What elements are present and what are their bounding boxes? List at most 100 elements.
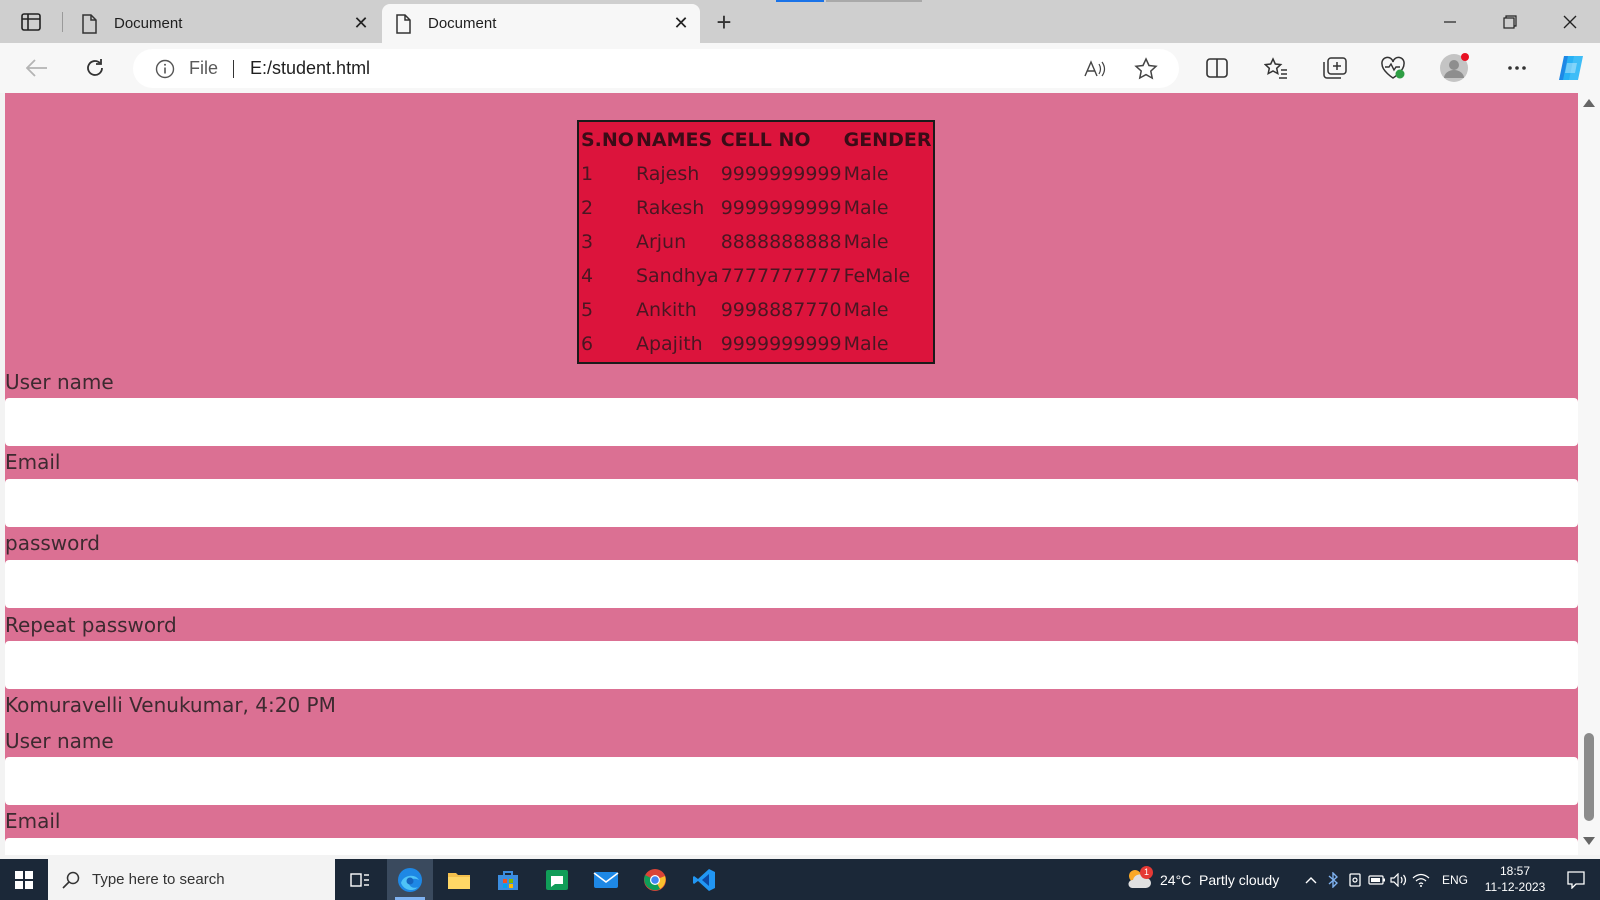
close-icon[interactable]: ✕	[668, 11, 694, 37]
profile-avatar[interactable]	[1439, 53, 1469, 83]
wifi-icon[interactable]	[1410, 873, 1432, 887]
table-row: 4 Sandhya 7777777777 FeMale	[581, 260, 931, 292]
browser-toolbar: File E:/student.html	[0, 43, 1600, 93]
email-label: Email	[5, 450, 61, 474]
cell-name: Arjun	[635, 231, 687, 253]
cell-gender: Male	[843, 333, 889, 355]
username-input[interactable]	[5, 398, 1578, 446]
header-names: NAMES	[635, 129, 713, 151]
cell-sno: 1	[581, 163, 594, 185]
language-indicator[interactable]: ENG	[1442, 873, 1468, 887]
split-screen-icon[interactable]	[1202, 53, 1232, 83]
cell-sno: 6	[581, 333, 594, 355]
email-input-2[interactable]	[5, 838, 1578, 855]
collections-icon[interactable]	[1320, 53, 1350, 83]
cell-gender: Male	[843, 231, 889, 253]
tab-document-1[interactable]: Document ✕	[68, 4, 380, 43]
username-label: User name	[5, 370, 114, 394]
new-tab-button[interactable]: +	[710, 7, 738, 37]
tab-separator	[62, 12, 63, 32]
tab-label: Document	[114, 15, 183, 32]
password-input[interactable]	[5, 560, 1578, 608]
tab-indicator	[776, 0, 824, 2]
cell-sno: 5	[581, 299, 594, 321]
address-bar[interactable]: File E:/student.html	[133, 49, 1179, 88]
email-input[interactable]	[5, 479, 1578, 527]
task-view-icon[interactable]	[337, 859, 383, 900]
refresh-button[interactable]	[78, 51, 112, 85]
username-label-2: User name	[5, 729, 114, 753]
edge-taskbar-icon[interactable]	[387, 859, 433, 900]
battery-icon[interactable]	[1366, 874, 1388, 885]
file-explorer-icon[interactable]	[436, 859, 482, 900]
vertical-scrollbar[interactable]	[1578, 93, 1600, 855]
cell-sno: 3	[581, 231, 594, 253]
minimize-button[interactable]	[1420, 0, 1480, 43]
windows-start-icon[interactable]	[0, 859, 47, 900]
page-viewport: S.NO NAMES CELL NO GENDER 1 Rajesh 99999…	[5, 93, 1578, 855]
store-icon[interactable]	[485, 859, 531, 900]
info-icon[interactable]	[155, 59, 175, 79]
copilot-icon[interactable]	[1556, 53, 1586, 83]
read-aloud-icon[interactable]	[1083, 57, 1107, 81]
cell-name: Apajith	[635, 333, 703, 355]
weather-badge: 1	[1140, 865, 1153, 879]
cell-phone: 9999999999	[720, 333, 842, 355]
tab-actions-icon[interactable]	[13, 9, 49, 35]
cell-gender: Male	[843, 299, 889, 321]
chrome-icon[interactable]	[632, 859, 678, 900]
favorites-icon[interactable]	[1261, 53, 1291, 83]
url-separator	[233, 60, 234, 78]
table-row: 5 Ankith 9998887770 Male	[581, 294, 931, 326]
window-close-button[interactable]	[1540, 0, 1600, 43]
cell-phone: 7777777777	[720, 265, 842, 287]
scroll-down-arrow[interactable]	[1583, 837, 1595, 845]
weather-text: 24°C Partly cloudy	[1160, 871, 1280, 888]
cell-phone: 9998887770	[720, 299, 842, 321]
device-icon[interactable]	[1344, 872, 1366, 888]
tab-document-2[interactable]: Document ✕	[382, 4, 700, 43]
more-options-icon[interactable]	[1502, 53, 1532, 83]
cell-name: Sandhya	[635, 265, 719, 287]
bluetooth-icon[interactable]	[1322, 871, 1344, 888]
table-row: 1 Rajesh 9999999999 Male	[581, 158, 931, 190]
weather-icon: 1	[1126, 865, 1154, 892]
cell-gender: Male	[843, 163, 889, 185]
cell-sno: 2	[581, 197, 594, 219]
favorite-star-icon[interactable]	[1134, 57, 1158, 81]
clock-date: 11-12-2023	[1484, 880, 1546, 894]
header-sno: S.NO	[581, 129, 634, 151]
tab-bar: Document ✕ Document ✕ +	[0, 0, 1600, 43]
cell-gender: FeMale	[843, 265, 911, 287]
chat-app-icon[interactable]	[534, 859, 580, 900]
notifications-icon[interactable]	[1553, 859, 1599, 900]
table-row: 2 Rakesh 9999999999 Male	[581, 192, 931, 224]
repeat-password-label: Repeat password	[5, 613, 177, 637]
scroll-up-arrow[interactable]	[1583, 99, 1595, 107]
restore-button[interactable]	[1480, 0, 1540, 43]
vscode-icon[interactable]	[681, 859, 727, 900]
browser-essentials-icon[interactable]	[1378, 53, 1408, 83]
url-text[interactable]: E:/student.html	[250, 58, 370, 79]
document-icon	[80, 13, 98, 34]
back-button[interactable]	[20, 51, 54, 85]
cell-name: Ankith	[635, 299, 697, 321]
tab-indicator-secondary	[826, 0, 922, 2]
email-label-2: Email	[5, 809, 61, 833]
cell-phone: 9999999999	[720, 163, 842, 185]
cell-gender: Male	[843, 197, 889, 219]
table-header-row: S.NO NAMES CELL NO GENDER	[581, 124, 931, 156]
search-placeholder: Type here to search	[92, 871, 225, 888]
close-icon[interactable]: ✕	[348, 11, 374, 37]
username-input-2[interactable]	[5, 757, 1578, 805]
scroll-thumb[interactable]	[1584, 733, 1594, 821]
taskbar-clock[interactable]: 18:57 11-12-2023	[1480, 863, 1550, 895]
cell-phone: 9999999999	[720, 197, 842, 219]
chevron-up-icon[interactable]	[1300, 876, 1322, 884]
mail-icon[interactable]	[583, 859, 629, 900]
cell-sno: 4	[581, 265, 594, 287]
weather-widget[interactable]: 1 24°C Partly cloudy	[1126, 859, 1279, 900]
taskbar-search[interactable]: Type here to search	[48, 859, 335, 900]
volume-icon[interactable]	[1388, 872, 1410, 887]
repeat-password-input[interactable]	[5, 641, 1578, 689]
